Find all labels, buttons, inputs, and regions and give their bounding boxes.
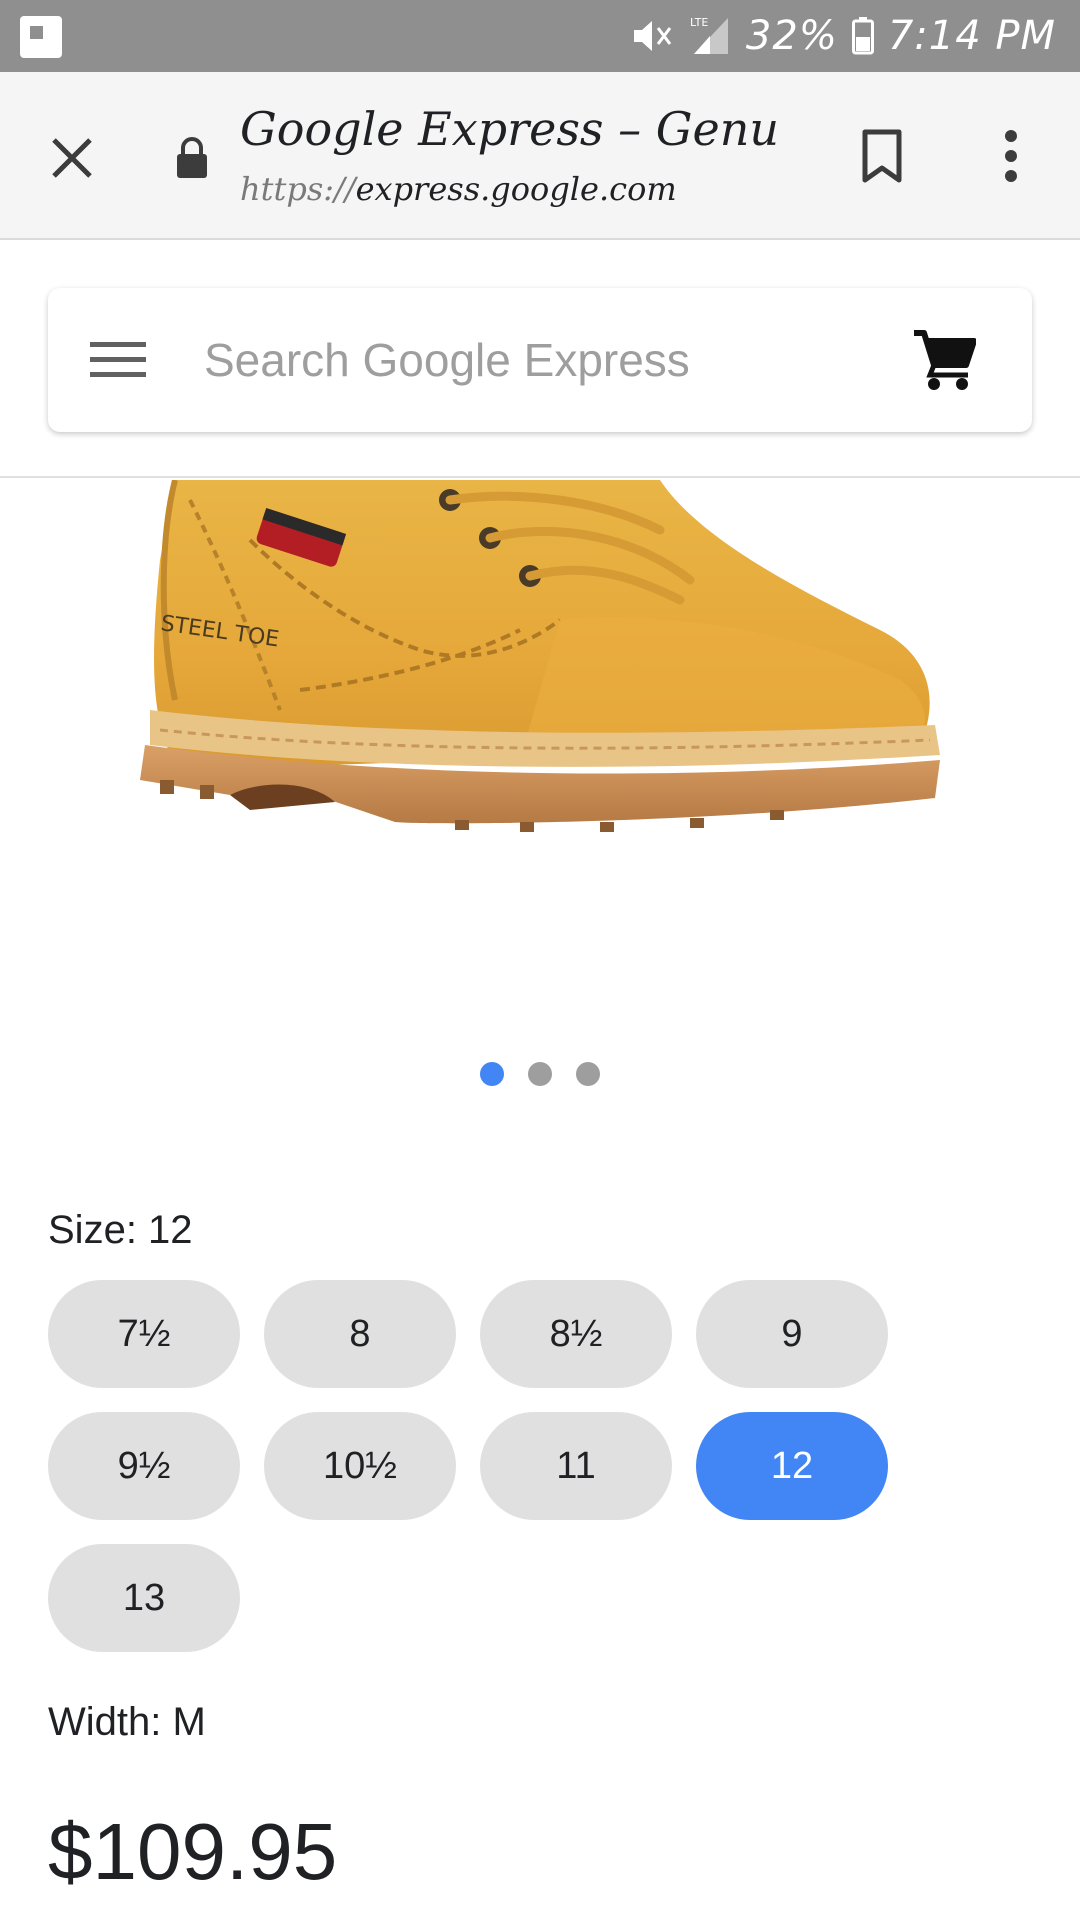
- size-label: Size: 12: [48, 1208, 193, 1252]
- more-vert-icon: [1005, 130, 1017, 182]
- battery-percent: 32%: [745, 13, 838, 59]
- close-icon: [52, 138, 92, 178]
- page-title[interactable]: Google Express – Genui...: [240, 102, 780, 156]
- signal-icon: LTE: [688, 14, 732, 58]
- carousel-dots: [0, 1062, 1080, 1088]
- width-label: Width: M: [48, 1700, 206, 1744]
- bookmark-button[interactable]: [852, 124, 912, 188]
- size-option[interactable]: 9½: [48, 1412, 240, 1520]
- carousel-dot-2[interactable]: [528, 1062, 552, 1086]
- search-input[interactable]: [204, 326, 824, 394]
- work-boot-image[interactable]: STEEL TOE: [0, 480, 1080, 960]
- lock-icon[interactable]: [170, 132, 214, 184]
- menu-button[interactable]: [90, 338, 146, 382]
- size-option-selected[interactable]: 12: [696, 1412, 888, 1520]
- carousel-dot-1[interactable]: [480, 1062, 504, 1086]
- size-option[interactable]: 13: [48, 1544, 240, 1652]
- size-option[interactable]: 7½: [48, 1280, 240, 1388]
- page-url[interactable]: https://express.google.com: [240, 170, 780, 208]
- size-option[interactable]: 11: [480, 1412, 672, 1520]
- status-bar: LTE 32% 7:14 PM: [0, 0, 1080, 72]
- close-button[interactable]: [44, 130, 100, 186]
- app-notification-icon: [20, 16, 62, 58]
- size-option[interactable]: 8½: [480, 1280, 672, 1388]
- network-type-label: LTE: [690, 16, 708, 29]
- status-right: LTE 32% 7:14 PM: [630, 0, 1056, 72]
- url-host: express.google.com: [355, 170, 677, 208]
- more-options-button[interactable]: [986, 124, 1036, 188]
- bookmark-icon: [862, 129, 902, 183]
- size-options: 7½ 8 8½ 9 9½ 10½ 11 12 13: [48, 1280, 948, 1652]
- clock: 7:14 PM: [887, 13, 1056, 59]
- menu-icon: [90, 342, 146, 377]
- product-price: $109.95: [48, 1807, 338, 1896]
- cart-button[interactable]: [904, 324, 984, 396]
- mute-icon: [630, 16, 674, 56]
- cart-icon: [914, 330, 976, 390]
- search-bar: [48, 288, 1032, 432]
- size-option[interactable]: 8: [264, 1280, 456, 1388]
- battery-icon: [851, 17, 874, 55]
- browser-toolbar: Google Express – Genui... https://expres…: [0, 72, 1080, 240]
- url-scheme: https://: [240, 170, 356, 208]
- carousel-dot-3[interactable]: [576, 1062, 600, 1086]
- size-option[interactable]: 10½: [264, 1412, 456, 1520]
- search-area: [0, 242, 1080, 478]
- size-option[interactable]: 9: [696, 1280, 888, 1388]
